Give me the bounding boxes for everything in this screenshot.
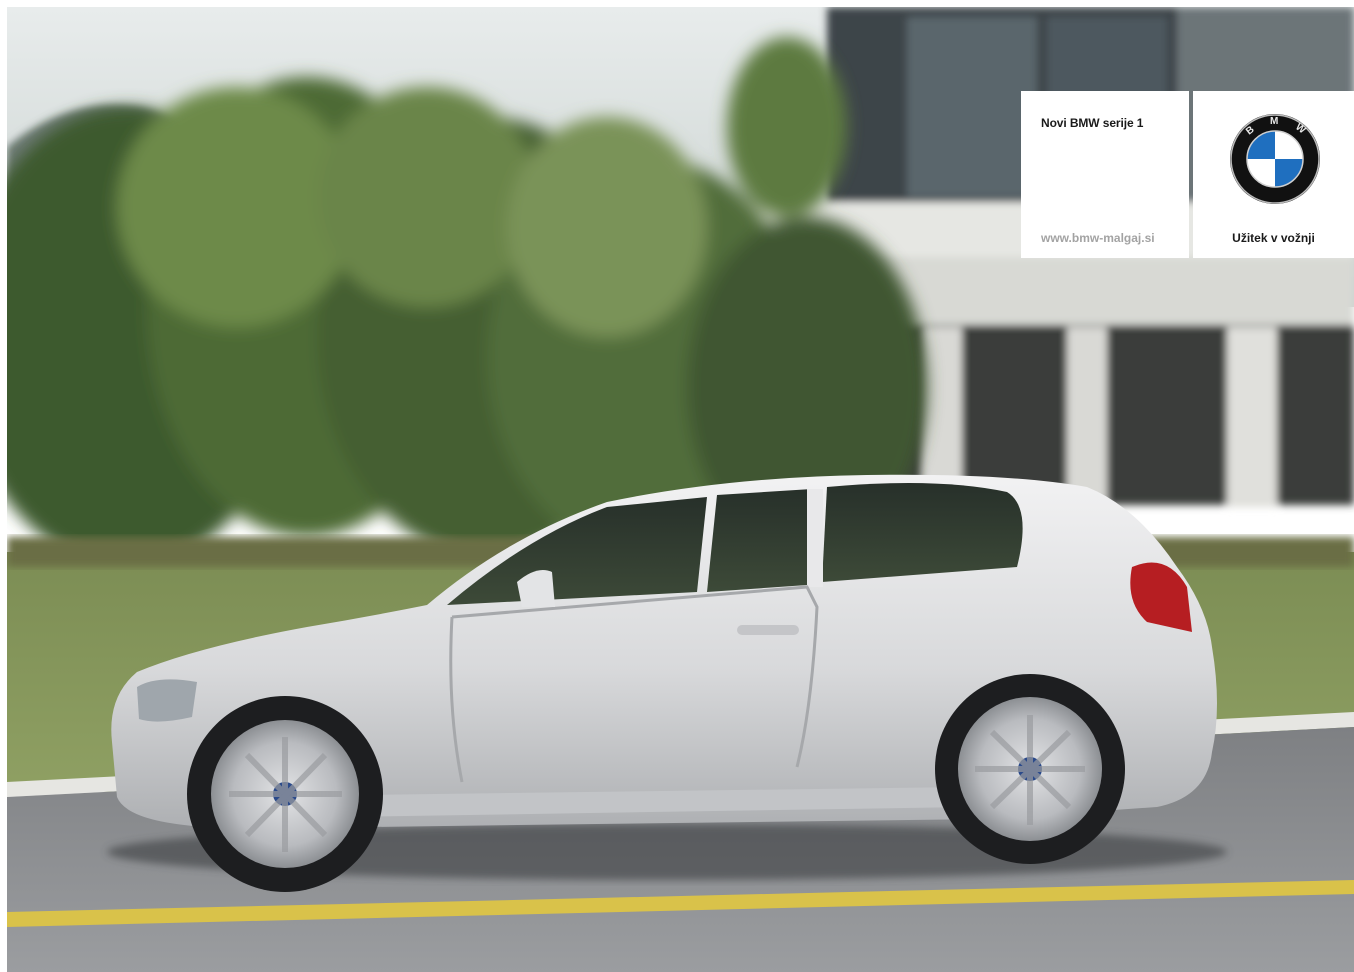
- website-url: www.bmw-malgaj.si: [1041, 231, 1155, 245]
- model-title: Novi BMW serije 1: [1041, 116, 1144, 130]
- brand-panel: B M W Užitek v vožnji: [1193, 91, 1354, 258]
- ad-page: Novi BMW serije 1 www.bmw-malgaj.si B M …: [7, 7, 1354, 972]
- svg-text:M: M: [1270, 116, 1278, 127]
- bmw-logo: B M W: [1230, 114, 1320, 204]
- info-panel: Novi BMW serije 1 www.bmw-malgaj.si: [1021, 91, 1189, 258]
- tagline: Užitek v vožnji: [1232, 231, 1315, 245]
